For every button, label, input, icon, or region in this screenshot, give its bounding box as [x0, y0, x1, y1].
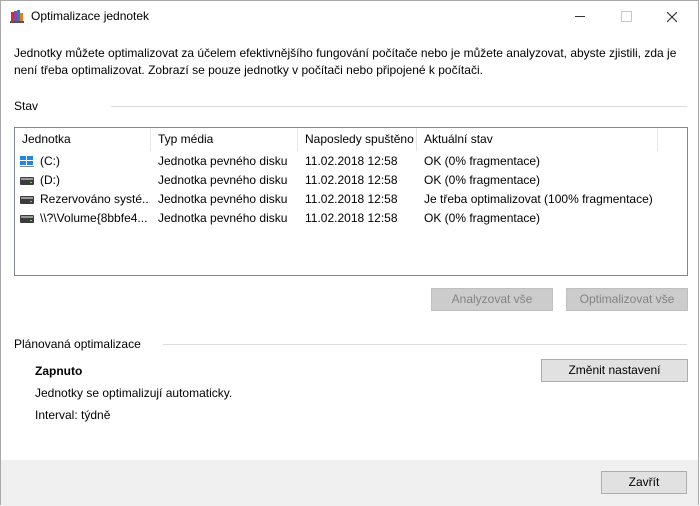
last-run: 11.02.2018 12:58 — [305, 211, 398, 225]
drive-name: (D:) — [40, 173, 60, 187]
last-run: 11.02.2018 12:58 — [305, 173, 398, 187]
optimize-drives-window: Optimalizace jednotek Jednotky můžete op… — [0, 0, 699, 506]
last-run: 11.02.2018 12:58 — [305, 192, 398, 206]
current-status: OK (0% fragmentace) — [424, 173, 541, 187]
analyze-all-button[interactable]: Analyzovat vše — [431, 288, 553, 311]
status-section-label: Stav — [14, 99, 39, 113]
close-window-button[interactable] — [649, 1, 695, 32]
drive-row-volume[interactable]: \\?\Volume{8bbfe4... Jednotka pevného di… — [15, 209, 687, 228]
minimize-button[interactable] — [557, 1, 603, 32]
current-status: OK (0% fragmentace) — [424, 154, 541, 168]
drive-icon — [20, 196, 34, 204]
optimize-all-button[interactable]: Optimalizovat vše — [566, 288, 688, 311]
media-type: Jednotka pevného disku — [158, 154, 288, 168]
drive-icon — [20, 215, 34, 223]
defrag-app-icon — [10, 10, 24, 23]
drive-name: (C:) — [40, 154, 60, 168]
close-icon — [667, 11, 677, 22]
column-header-media-type[interactable]: Typ média — [151, 128, 298, 151]
windows-drive-icon — [20, 156, 34, 167]
drive-row-reserved[interactable]: Rezervováno systé... Jednotka pevného di… — [15, 190, 687, 209]
drive-row-d[interactable]: (D:) Jednotka pevného disku 11.02.2018 1… — [15, 171, 687, 190]
drives-list[interactable]: Jednotka Typ média Naposledy spuštěno Ak… — [14, 127, 688, 276]
schedule-description: Jednotky se optimalizují automaticky. — [35, 386, 233, 400]
current-status: Je třeba optimalizovat (100% fragmentace… — [424, 192, 653, 206]
schedule-status: Zapnuto — [35, 364, 83, 378]
schedule-separator — [163, 344, 687, 345]
drive-icon — [20, 177, 34, 185]
maximize-button — [603, 1, 649, 32]
schedule-section-label: Plánovaná optimalizace — [14, 337, 141, 351]
footer-bar: Zavřít — [1, 460, 698, 506]
media-type: Jednotka pevného disku — [158, 211, 288, 225]
intro-text: Jednotky můžete optimalizovat za účelem … — [14, 46, 677, 77]
status-separator — [111, 106, 687, 107]
drives-list-header: Jednotka Typ média Naposledy spuštěno Ak… — [15, 128, 687, 151]
maximize-icon — [620, 11, 632, 22]
title-bar: Optimalizace jednotek — [1, 1, 698, 32]
column-header-current-status[interactable]: Aktuální stav — [417, 128, 658, 151]
column-header-last-run[interactable]: Naposledy spuštěno — [298, 128, 417, 151]
close-button[interactable]: Zavřít — [601, 471, 687, 494]
current-status: OK (0% fragmentace) — [424, 211, 541, 225]
window-title: Optimalizace jednotek — [31, 9, 150, 23]
change-settings-button[interactable]: Změnit nastavení — [541, 359, 688, 382]
media-type: Jednotka pevného disku — [158, 192, 288, 206]
column-header-drive[interactable]: Jednotka — [15, 128, 151, 151]
minimize-icon — [575, 16, 585, 17]
drive-row-c[interactable]: (C:) Jednotka pevného disku 11.02.2018 1… — [15, 152, 687, 171]
media-type: Jednotka pevného disku — [158, 173, 288, 187]
last-run: 11.02.2018 12:58 — [305, 154, 398, 168]
drive-name: \\?\Volume{8bbfe4... — [40, 211, 148, 225]
schedule-interval: Interval: týdně — [35, 408, 111, 422]
drive-name: Rezervováno systé... — [40, 192, 150, 206]
